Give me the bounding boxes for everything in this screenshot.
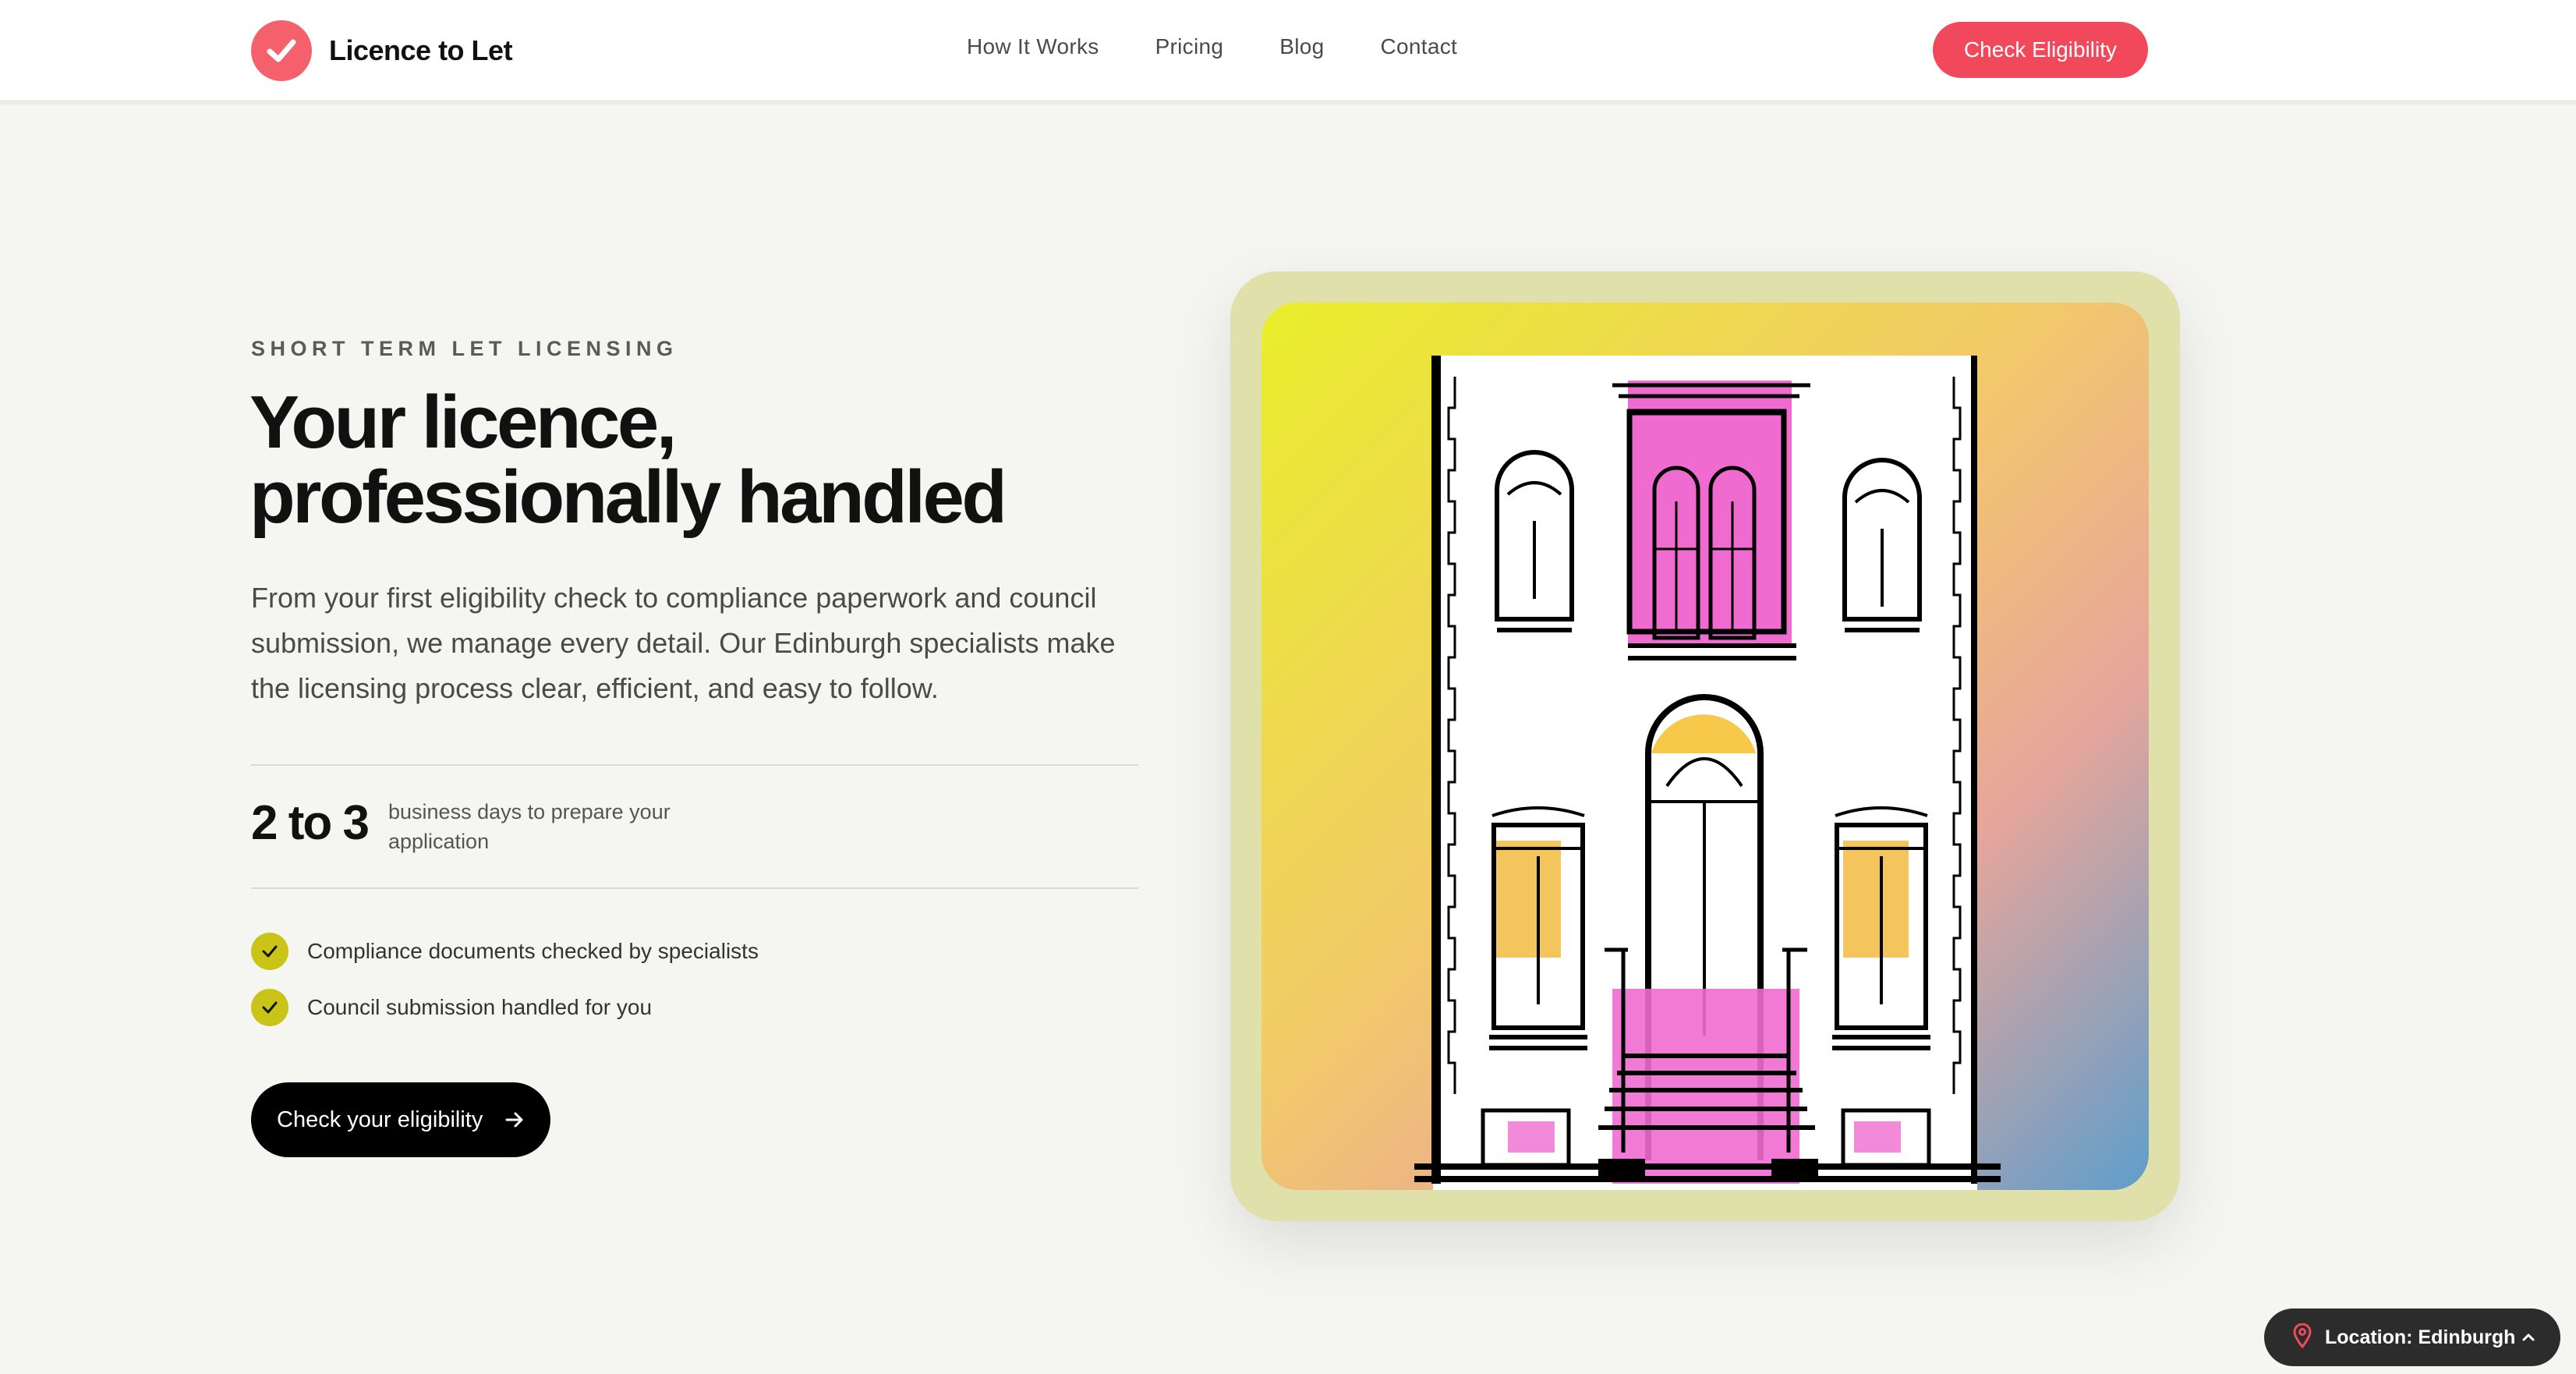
site-header: Licence to Let How It Works Pricing Blog… bbox=[0, 0, 2576, 104]
hero-eyebrow: SHORT TERM LET LICENSING bbox=[251, 337, 678, 360]
check-icon bbox=[251, 989, 288, 1026]
check-your-eligibility-button[interactable]: Check your eligibility bbox=[251, 1082, 550, 1157]
check-logo-icon bbox=[251, 20, 312, 81]
location-label: Location: Edinburgh bbox=[2325, 1326, 2516, 1348]
hero-illustration-frame bbox=[1230, 271, 2180, 1221]
brand-name: Licence to Let bbox=[329, 34, 513, 66]
hero-description: From your first eligibility check to com… bbox=[251, 582, 1116, 704]
hero-title-line-1: Your licence, bbox=[249, 381, 677, 464]
divider bbox=[251, 764, 1138, 766]
main-nav: How It Works Pricing Blog Contact bbox=[967, 34, 1513, 59]
nav-pricing[interactable]: Pricing bbox=[1155, 34, 1224, 59]
townhouse-illustration bbox=[1261, 303, 2149, 1190]
location-pin-icon bbox=[2292, 1323, 2312, 1352]
logo[interactable]: Licence to Let bbox=[251, 20, 513, 81]
location-selector[interactable]: Location: Edinburgh bbox=[2264, 1308, 2560, 1366]
check-eligibility-button[interactable]: Check Eligibility bbox=[1933, 22, 2148, 78]
hero-title-line-2: professionally handled bbox=[249, 455, 1007, 539]
nav-contact[interactable]: Contact bbox=[1381, 34, 1458, 59]
check-icon bbox=[251, 933, 288, 970]
cta-label: Check your eligibility bbox=[277, 1107, 483, 1132]
chevron-up-icon bbox=[2520, 1329, 2537, 1350]
divider bbox=[251, 887, 1138, 889]
stat-label: business days to prepare your applicatio… bbox=[388, 800, 671, 853]
feature-item: Council submission handled for you bbox=[251, 989, 652, 1026]
feature-label: Council submission handled for you bbox=[307, 995, 653, 1019]
stat-value: 2 to 3 bbox=[251, 796, 370, 850]
feature-label: Compliance documents checked by speciali… bbox=[307, 939, 759, 963]
nav-blog[interactable]: Blog bbox=[1279, 34, 1324, 59]
feature-item: Compliance documents checked by speciali… bbox=[251, 933, 759, 970]
nav-how-it-works[interactable]: How It Works bbox=[967, 34, 1099, 59]
arrow-right-icon bbox=[504, 1109, 525, 1137]
hero-title: Your licence, professionally handled bbox=[249, 385, 1185, 535]
